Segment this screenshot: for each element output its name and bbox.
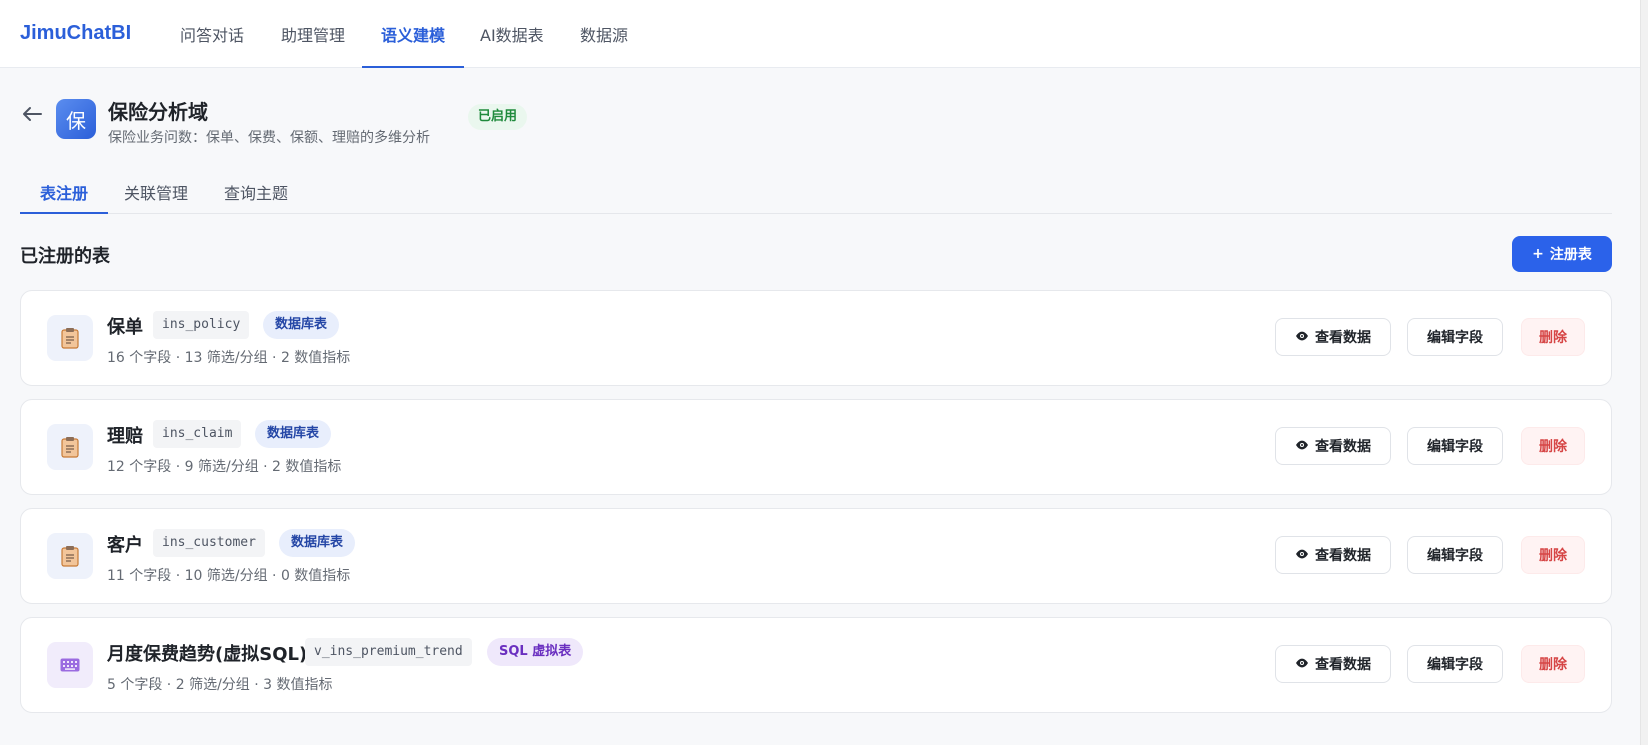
table-name: 保单 bbox=[107, 317, 143, 338]
tab-bar: 表注册 关联管理 查询主题 bbox=[20, 170, 1612, 214]
table-field-stats: 5 个字段 · 2 筛选/分组 · 3 数值指标 bbox=[107, 677, 333, 693]
nav-item-chat[interactable]: 问答对话 bbox=[180, 22, 244, 68]
domain-avatar: 保 bbox=[56, 99, 96, 139]
eye-icon bbox=[1295, 656, 1309, 672]
section-title: 已注册的表 bbox=[20, 246, 110, 267]
table-card: 保单 ins_policy 数据库表 16 个字段 · 13 筛选/分组 · 2… bbox=[20, 290, 1612, 386]
view-data-button[interactable]: 查看数据 bbox=[1275, 318, 1391, 356]
table-name: 客户 bbox=[107, 535, 143, 556]
view-data-label: 查看数据 bbox=[1315, 548, 1371, 564]
page-description: 保险业务问数：保单、保费、保额、理赔的多维分析 bbox=[108, 130, 430, 146]
page-title: 保险分析域 bbox=[108, 100, 208, 124]
delete-button[interactable]: 删除 bbox=[1521, 318, 1585, 356]
delete-button[interactable]: 删除 bbox=[1521, 645, 1585, 683]
table-code-tag: v_ins_premium_trend bbox=[305, 638, 472, 666]
table-field-stats: 16 个字段 · 13 筛选/分组 · 2 数值指标 bbox=[107, 350, 351, 366]
register-button-label: 注册表 bbox=[1549, 247, 1592, 263]
nav-item-semantic-modeling[interactable]: 语义建模 bbox=[362, 22, 465, 68]
table-type-badge: SQL 虚拟表 bbox=[487, 638, 584, 666]
register-table-button[interactable]: + 注册表 bbox=[1512, 236, 1612, 272]
arrow-left-icon[interactable] bbox=[20, 102, 44, 130]
table-type-badge: 数据库表 bbox=[279, 529, 356, 557]
table-field-stats: 11 个字段 · 10 筛选/分组 · 0 数值指标 bbox=[107, 568, 351, 584]
view-data-button[interactable]: 查看数据 bbox=[1275, 536, 1391, 574]
view-data-button[interactable]: 查看数据 bbox=[1275, 645, 1391, 683]
clipboard-icon bbox=[47, 424, 93, 470]
edit-fields-button[interactable]: 编辑字段 bbox=[1407, 318, 1503, 356]
table-code-tag: ins_claim bbox=[153, 420, 242, 448]
clipboard-icon bbox=[47, 315, 93, 361]
table-name: 月度保费趋势(虚拟SQL) bbox=[107, 644, 308, 665]
table-name: 理赔 bbox=[107, 426, 143, 447]
view-data-label: 查看数据 bbox=[1315, 439, 1371, 455]
tab-relation-management[interactable]: 关联管理 bbox=[104, 180, 208, 214]
status-badge: 已启用 bbox=[468, 104, 528, 130]
delete-button[interactable]: 删除 bbox=[1521, 536, 1585, 574]
view-data-label: 查看数据 bbox=[1315, 330, 1371, 346]
edit-fields-button[interactable]: 编辑字段 bbox=[1407, 645, 1503, 683]
eye-icon bbox=[1295, 438, 1309, 454]
plus-icon: + bbox=[1532, 246, 1544, 262]
nav-item-ai-tables[interactable]: AI数据表 bbox=[480, 22, 544, 68]
tab-table-registration[interactable]: 表注册 bbox=[20, 180, 109, 214]
table-type-badge: 数据库表 bbox=[263, 311, 340, 339]
table-card: 客户 ins_customer 数据库表 11 个字段 · 10 筛选/分组 ·… bbox=[20, 508, 1612, 604]
table-card: 理赔 ins_claim 数据库表 12 个字段 · 9 筛选/分组 · 2 数… bbox=[20, 399, 1612, 495]
clipboard-icon bbox=[47, 533, 93, 579]
nav-item-datasource[interactable]: 数据源 bbox=[580, 22, 628, 68]
table-code-tag: ins_customer bbox=[153, 529, 265, 557]
edit-fields-button[interactable]: 编辑字段 bbox=[1407, 536, 1503, 574]
table-field-stats: 12 个字段 · 9 筛选/分组 · 2 数值指标 bbox=[107, 459, 342, 475]
delete-button[interactable]: 删除 bbox=[1521, 427, 1585, 465]
nav-item-assistant[interactable]: 助理管理 bbox=[281, 22, 345, 68]
scrollbar[interactable] bbox=[1640, 0, 1648, 745]
view-data-label: 查看数据 bbox=[1315, 657, 1371, 673]
eye-icon bbox=[1295, 547, 1309, 563]
tab-query-topics[interactable]: 查询主题 bbox=[204, 180, 308, 214]
table-type-badge: 数据库表 bbox=[255, 420, 332, 448]
view-data-button[interactable]: 查看数据 bbox=[1275, 427, 1391, 465]
keyboard-icon bbox=[47, 642, 93, 688]
edit-fields-button[interactable]: 编辑字段 bbox=[1407, 427, 1503, 465]
eye-icon bbox=[1295, 329, 1309, 345]
brand-logo[interactable]: JimuChatBI bbox=[20, 22, 131, 45]
table-card: 月度保费趋势(虚拟SQL) v_ins_premium_trend SQL 虚拟… bbox=[20, 617, 1612, 713]
top-navigation-bar: JimuChatBI 问答对话 助理管理 语义建模 AI数据表 数据源 bbox=[0, 0, 1640, 68]
table-code-tag: ins_policy bbox=[153, 311, 250, 339]
